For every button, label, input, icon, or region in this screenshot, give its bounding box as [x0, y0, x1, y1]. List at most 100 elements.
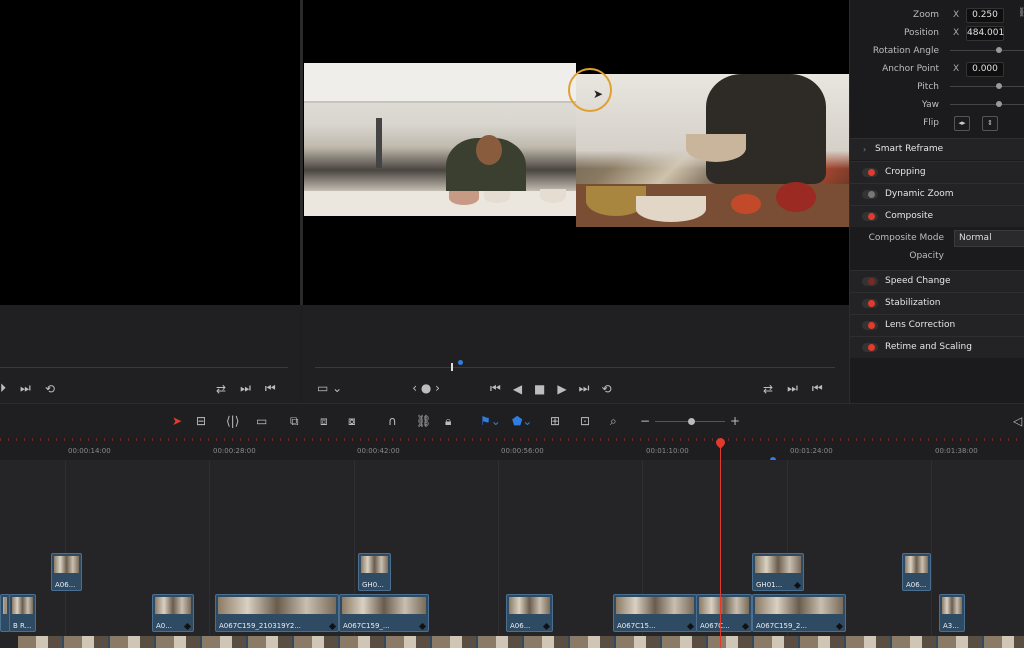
source-scrubber[interactable]	[0, 367, 288, 368]
mark-out-icon[interactable]: ⏮	[812, 381, 823, 396]
inspector-panel: Zoom X 0.250 ⛓ Position X 484.001 Rotati…	[849, 0, 1024, 403]
flip-label: Flip	[923, 118, 939, 128]
anchor-x-label: X	[953, 64, 960, 74]
section-speed-change[interactable]: Speed Change	[850, 270, 1024, 292]
overwrite-clip-icon[interactable]: ⧈	[320, 414, 328, 429]
play-icon[interactable]: ▶	[557, 382, 566, 396]
lock-icon[interactable]: 🔒︎	[445, 414, 451, 429]
next-icon[interactable]: ⏭	[20, 381, 31, 396]
insert-clip-icon[interactable]: ⧉	[290, 414, 299, 429]
section-label: Smart Reframe	[875, 144, 944, 154]
trim-tool-icon[interactable]: ⊟	[196, 414, 206, 428]
snapping-icon[interactable]: ∩	[388, 414, 397, 428]
section-retime-scaling[interactable]: Retime and Scaling	[850, 336, 1024, 358]
yaw-label: Yaw	[921, 100, 939, 110]
composite-mode-select[interactable]: Normal	[954, 230, 1024, 247]
go-to-start-icon[interactable]: ⏮	[490, 381, 501, 396]
dynamic-trim-icon[interactable]: ⟨|⟩	[226, 414, 239, 428]
yaw-slider-knob[interactable]	[996, 101, 1002, 107]
ruler-timecode: 00:00:42:00	[357, 447, 400, 455]
scrubber-marker[interactable]	[451, 363, 453, 371]
stop-icon[interactable]: ■	[534, 382, 545, 396]
play-icon[interactable]: ⏵	[0, 381, 6, 396]
toggle-icon[interactable]	[868, 191, 875, 198]
timeline-clip[interactable]: B R...	[9, 594, 36, 632]
rotation-slider[interactable]	[950, 50, 1024, 51]
section-lens-correction[interactable]: Lens Correction	[850, 314, 1024, 336]
safe-area-dropdown[interactable]: ▭ ⌄	[317, 381, 342, 395]
timeline-clip[interactable]: A06...	[506, 594, 553, 632]
timeline-clip[interactable]: GH0...	[358, 553, 391, 591]
timeline-clip[interactable]: A067C159_2...	[752, 594, 846, 632]
toggle-icon[interactable]	[868, 300, 875, 307]
zoom-x-input[interactable]: 0.250	[966, 8, 1004, 23]
program-viewer-controls: ▭ ⌄ ‹ ● › ⏮ ◀ ■ ▶ ⏭ ⟲ ⇄ ⏭ ⏮	[303, 305, 849, 403]
ruler-timecode: 00:01:24:00	[790, 447, 833, 455]
loop-icon[interactable]: ⟲	[45, 382, 55, 396]
loop-icon[interactable]: ⟲	[601, 382, 611, 396]
marker-icon[interactable]: ⬟⌄	[512, 414, 532, 428]
position-x-input[interactable]: 484.001	[966, 26, 1004, 41]
zoom-in-icon[interactable]: +	[730, 414, 740, 428]
timeline-clip[interactable]: A06...	[902, 553, 931, 591]
timeline-clip[interactable]: A067C...	[696, 594, 752, 632]
pitch-slider-knob[interactable]	[996, 83, 1002, 89]
link-icon[interactable]: ⛓	[1018, 8, 1024, 18]
audio-speaker-icon[interactable]: ◁	[1013, 414, 1022, 428]
section-label: Stabilization	[885, 298, 941, 308]
zoom-custom-icon[interactable]: ⌕	[610, 414, 617, 429]
timeline-clip[interactable]: A067C159_...	[339, 594, 429, 632]
jog-control[interactable]: ‹ ● ›	[412, 381, 440, 395]
timeline-clip[interactable]: A3...	[939, 594, 965, 632]
match-frame-icon[interactable]: ⇄	[216, 382, 226, 396]
toggle-icon[interactable]	[868, 322, 875, 329]
timeline-clip[interactable]: GH01...	[752, 553, 804, 591]
section-composite[interactable]: Composite	[850, 205, 1024, 227]
timeline-clip[interactable]: A06...	[51, 553, 82, 591]
timeline-clip[interactable]: A067C15...	[613, 594, 697, 632]
selection-tool-icon[interactable]: ➤	[172, 414, 182, 428]
program-scrubber[interactable]	[315, 367, 835, 368]
zoom-x-label: X	[953, 10, 960, 20]
ruler-timecode: 00:01:38:00	[935, 447, 978, 455]
playhead[interactable]	[720, 438, 721, 648]
replace-clip-icon[interactable]: ⧇	[348, 414, 356, 429]
toggle-icon[interactable]	[868, 278, 875, 285]
zoom-full-icon[interactable]: ⊞	[550, 414, 560, 428]
pitch-slider[interactable]	[950, 86, 1024, 87]
go-to-end-icon[interactable]: ⏭	[579, 381, 590, 396]
blade-tool-icon[interactable]: ▭	[256, 414, 267, 428]
section-smart-reframe[interactable]: › Smart Reframe	[850, 138, 1024, 160]
yaw-slider[interactable]	[950, 104, 1024, 105]
mark-in-icon[interactable]: ⏭	[787, 381, 798, 396]
play-reverse-icon[interactable]: ◀	[513, 382, 522, 396]
timeline-clip[interactable]: A0...	[152, 594, 194, 632]
flip-horizontal-icon[interactable]: ◂▸	[954, 116, 970, 131]
v1-filmstrip-clips[interactable]	[18, 636, 1024, 648]
flag-icon[interactable]: ⚑⌄	[480, 414, 501, 428]
match-frame-icon[interactable]: ⇄	[763, 382, 773, 396]
section-cropping[interactable]: Cropping	[850, 161, 1024, 183]
timeline-zoom-knob[interactable]	[688, 418, 695, 425]
zoom-label: Zoom	[913, 10, 939, 20]
rotation-slider-knob[interactable]	[996, 47, 1002, 53]
program-viewer[interactable]: ➤	[303, 0, 849, 305]
toggle-icon[interactable]	[868, 169, 875, 176]
timeline-toolbar: ➤ ⊟ ⟨|⟩ ▭ ⧉ ⧈ ⧇ ∩ ⛓ 🔒︎ ⚑⌄ ⬟⌄ ⊞ ⊡ ⌕ − + ◁	[0, 403, 1024, 440]
anchor-point-label: Anchor Point	[882, 64, 939, 74]
linked-selection-icon[interactable]: ⛓	[416, 414, 431, 428]
zoom-detail-icon[interactable]: ⊡	[580, 414, 590, 428]
anchor-x-input[interactable]: 0.000	[966, 62, 1004, 77]
timeline-clip[interactable]: A067C159_210319Y2...	[215, 594, 339, 632]
flip-vertical-icon[interactable]: ⇕	[982, 116, 998, 131]
toggle-icon[interactable]	[868, 213, 875, 220]
source-viewer[interactable]	[0, 0, 300, 305]
section-stabilization[interactable]: Stabilization	[850, 292, 1024, 314]
zoom-out-icon[interactable]: −	[640, 414, 650, 428]
position-x-label: X	[953, 28, 960, 38]
mark-out-icon[interactable]: ⏮	[265, 381, 276, 396]
section-dynamic-zoom[interactable]: Dynamic Zoom	[850, 183, 1024, 205]
toggle-icon[interactable]	[868, 344, 875, 351]
mark-in-icon[interactable]: ⏭	[240, 381, 251, 396]
timeline-ruler[interactable]: 00:00:14:00 00:00:28:00 00:00:42:00 00:0…	[0, 438, 1024, 463]
